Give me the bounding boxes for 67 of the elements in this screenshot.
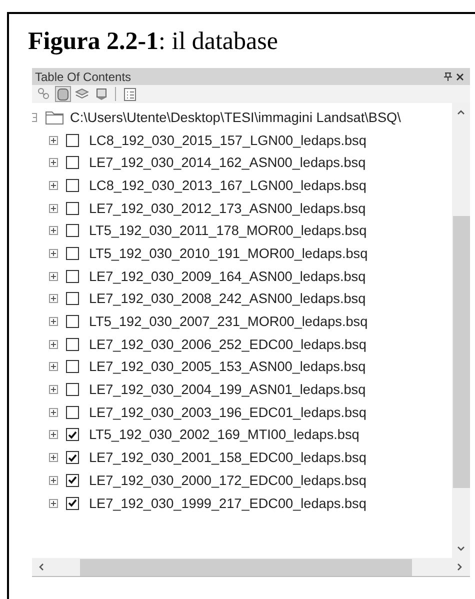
toolbar-button[interactable] — [55, 86, 71, 102]
expand-icon[interactable] — [49, 408, 58, 417]
expand-icon[interactable] — [49, 385, 58, 394]
layer-name[interactable]: LE7_192_030_2009_164_ASN00_ledaps.bsq — [89, 268, 366, 284]
expand-icon[interactable] — [49, 317, 58, 326]
pin-icon[interactable] — [444, 72, 452, 81]
layer-name[interactable]: LE7_192_030_2008_242_ASN00_ledaps.bsq — [89, 291, 366, 306]
selection-icon — [94, 88, 108, 100]
expand-icon[interactable] — [49, 453, 58, 462]
layer-checkbox[interactable] — [66, 474, 79, 487]
layer-checkbox[interactable] — [66, 270, 79, 283]
layer-name[interactable]: LE7_192_030_2014_162_ASN00_ledaps.bsq — [89, 155, 366, 170]
layer-name[interactable]: LE7_192_030_2012_173_ASN00_ledaps.bsq — [89, 200, 366, 216]
layer-name[interactable]: LT5_192_030_2011_178_MOR00_ledaps.bsq — [89, 223, 367, 238]
expand-icon[interactable] — [49, 248, 58, 258]
layer-name[interactable]: LC8_192_030_2013_167_LGN00_ledaps.bsq — [89, 178, 366, 193]
expand-icon[interactable] — [49, 272, 58, 281]
horizontal-scrollbar[interactable] — [32, 558, 470, 576]
layer-name[interactable]: LE7_192_030_2003_196_EDC01_ledaps.bsq — [89, 404, 366, 420]
layer-checkbox[interactable] — [66, 406, 79, 419]
layer-checkbox[interactable] — [66, 338, 79, 351]
toolbar-button[interactable] — [122, 86, 138, 102]
expand-icon[interactable] — [49, 498, 58, 508]
layer-checkbox[interactable] — [66, 246, 79, 260]
layer-name[interactable]: LT5_192_030_2002_169_MTI00_ledaps.bsq — [89, 427, 360, 442]
layer-name[interactable]: LE7_192_030_2000_172_EDC00_ledaps.bsq — [89, 472, 366, 488]
layer-checkbox[interactable] — [66, 202, 79, 215]
layer-name[interactable]: LT5_192_030_2010_191_MOR00_ledaps.bsq — [89, 246, 368, 261]
layer-checkbox[interactable] — [66, 360, 79, 374]
expand-icon[interactable] — [49, 340, 58, 349]
expand-icon[interactable] — [49, 430, 58, 440]
folder-icon — [45, 110, 64, 125]
layer-name[interactable]: LE7_192_030_2005_153_ASN00_ledaps.bsq — [89, 359, 366, 374]
layer-checkbox[interactable] — [66, 292, 79, 306]
layer-checkbox[interactable] — [66, 134, 79, 147]
folder-path[interactable]: C:\Users\Utente\Desktop\TESI\immagini Landsat\BSQ\ — [70, 110, 401, 125]
expand-icon[interactable] — [49, 136, 58, 145]
layers-icon — [75, 88, 89, 100]
layer-checkbox[interactable] — [66, 315, 79, 328]
toolbar-button[interactable] — [36, 86, 52, 102]
expand-icon[interactable] — [49, 158, 58, 168]
close-icon[interactable] — [456, 72, 464, 80]
layer-name[interactable]: LC8_192_030_2015_157_LGN00_ledaps.bsq — [89, 132, 366, 148]
layer-checkbox[interactable] — [66, 156, 79, 170]
expand-icon[interactable] — [49, 204, 58, 213]
layer-checkbox[interactable] — [66, 451, 79, 464]
expand-icon[interactable] — [49, 226, 58, 236]
figure-caption: Figura 2.2-1: il database — [28, 28, 278, 56]
layer-name[interactable]: LE7_192_030_1999_217_EDC00_ledaps.bsq — [89, 496, 366, 511]
layer-checkbox[interactable] — [66, 428, 79, 442]
expand-icon[interactable] — [49, 294, 58, 304]
layer-list-icon — [37, 87, 51, 101]
layer-name[interactable]: LT5_192_030_2007_231_MOR00_ledaps.bsq — [89, 314, 368, 330]
database-icon — [57, 88, 69, 100]
layer-checkbox[interactable] — [66, 496, 79, 510]
layer-checkbox[interactable] — [66, 224, 79, 238]
expand-icon[interactable] — [49, 180, 58, 190]
layer-checkbox[interactable] — [66, 383, 79, 396]
layer-checkbox[interactable] — [66, 178, 79, 192]
layer-name[interactable]: LE7_192_030_2001_158_EDC00_ledaps.bsq — [89, 450, 366, 466]
expand-icon[interactable] — [49, 362, 58, 372]
options-icon — [124, 88, 136, 100]
expand-icon[interactable] — [49, 476, 58, 485]
panel-title: Table Of Contents — [35, 70, 132, 84]
layer-name[interactable]: LE7_192_030_2004_199_ASN01_ledaps.bsq — [89, 382, 366, 398]
collapse-icon[interactable] — [32, 112, 37, 122]
layer-name[interactable]: LE7_192_030_2006_252_EDC00_ledaps.bsq — [89, 336, 366, 352]
